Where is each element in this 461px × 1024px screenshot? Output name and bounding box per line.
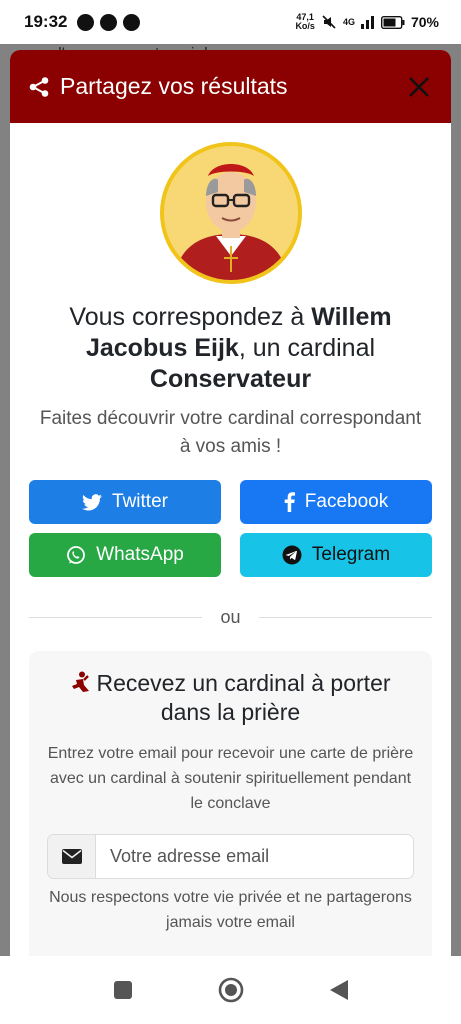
whatsapp-label: WhatsApp xyxy=(96,544,184,565)
battery-icon xyxy=(380,15,405,29)
home-button[interactable] xyxy=(216,975,246,1005)
twitter-icon xyxy=(82,493,103,510)
close-button[interactable] xyxy=(405,73,433,101)
notification-icon xyxy=(100,13,118,31)
status-time: 19:32 xyxy=(24,12,68,31)
mute-icon xyxy=(322,15,336,29)
email-addon xyxy=(48,835,96,878)
network-speed-unit: Ko/s xyxy=(295,21,315,31)
privacy-notice: Nous respectons votre vie privée et ne p… xyxy=(49,889,412,931)
notification-icon xyxy=(123,13,141,31)
telegram-icon xyxy=(282,545,302,565)
recents-square-icon xyxy=(113,981,132,999)
result-text: Vous correspondez à Willem Jacobus Eijk,… xyxy=(40,302,421,395)
cardinal-avatar xyxy=(159,142,302,284)
praying-person-icon xyxy=(72,671,90,692)
facebook-label: Facebook xyxy=(304,491,389,512)
share-icon xyxy=(29,76,49,97)
share-buttons: Twitter Facebook WhatsApp Telegram xyxy=(29,480,451,577)
status-bar-right: 47,1 Ko/s 4G 70% xyxy=(295,13,439,31)
whatsapp-share-button[interactable]: WhatsApp xyxy=(29,533,221,577)
battery-level: 70% xyxy=(410,14,439,30)
envelope-icon xyxy=(61,849,82,864)
network-speed: 47,1 Ko/s xyxy=(295,13,315,31)
network-type: 4G xyxy=(342,16,355,27)
recents-button[interactable] xyxy=(108,975,138,1005)
home-circle-icon xyxy=(218,977,243,1003)
signal-icon xyxy=(360,16,374,29)
share-subtitle: Faites découvrir votre cardinal correspo… xyxy=(39,408,422,457)
facebook-icon xyxy=(284,492,295,512)
telegram-share-button[interactable]: Telegram xyxy=(240,533,432,577)
result-prefix: Vous correspondez à xyxy=(69,303,312,331)
cardinal-type: Conservateur xyxy=(149,365,312,393)
telegram-label: Telegram xyxy=(311,544,391,565)
back-button[interactable] xyxy=(324,975,354,1005)
or-divider: ou xyxy=(29,607,432,628)
prayer-title-text: Recevez un cardinal à porter dans la pri… xyxy=(96,670,391,725)
twitter-label: Twitter xyxy=(112,491,168,512)
divider-line xyxy=(29,617,203,618)
email-field[interactable] xyxy=(96,835,413,878)
email-input-group xyxy=(47,834,414,879)
prayer-description: Entrez votre email pour recevoir une car… xyxy=(47,745,414,812)
back-triangle-icon xyxy=(329,980,348,1000)
share-modal: Partagez vos résultats Vous correspondez… xyxy=(10,50,451,956)
status-bar: 19:32 47,1 Ko/s 4G 70% xyxy=(0,0,461,44)
result-middle: , un cardinal xyxy=(238,334,376,362)
notification-icon xyxy=(77,13,95,31)
close-icon xyxy=(409,76,429,97)
divider-text: ou xyxy=(220,607,241,627)
whatsapp-icon xyxy=(67,546,86,564)
navigation-bar xyxy=(0,956,461,1024)
prayer-title: Recevez un cardinal à porter dans la pri… xyxy=(47,669,414,727)
status-bar-left: 19:32 xyxy=(24,12,141,32)
prayer-card: Recevez un cardinal à porter dans la pri… xyxy=(29,651,432,956)
modal-title: Partagez vos résultats xyxy=(60,73,288,99)
cardinal-portrait xyxy=(163,146,298,280)
twitter-share-button[interactable]: Twitter xyxy=(29,480,221,524)
modal-header: Partagez vos résultats xyxy=(10,50,451,123)
facebook-share-button[interactable]: Facebook xyxy=(240,480,432,524)
avatar-wrapper xyxy=(10,142,451,284)
divider-line xyxy=(258,617,432,618)
